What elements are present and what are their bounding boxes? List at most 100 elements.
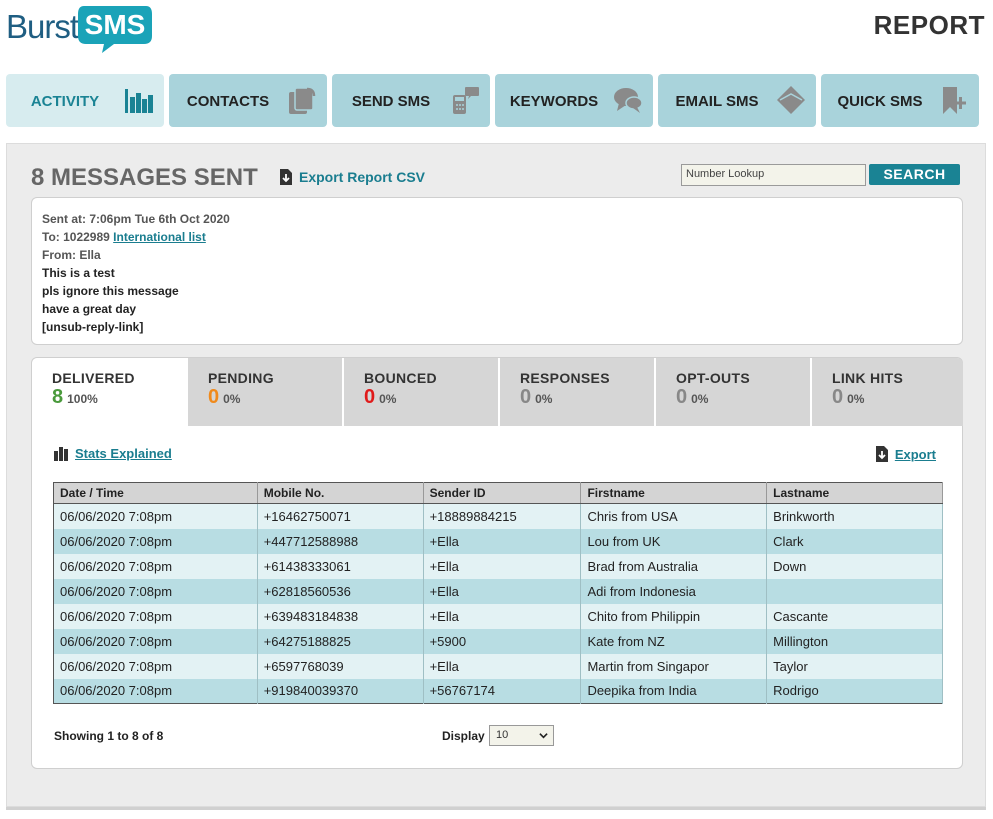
stat-tab-label: DELIVERED bbox=[52, 370, 135, 386]
report-panel: 8 MESSAGES SENT Export Report CSV Number… bbox=[6, 143, 986, 807]
display-label: Display bbox=[442, 729, 485, 743]
phone-send-icon bbox=[453, 87, 479, 114]
messages-sent-title: 8 MESSAGES SENT bbox=[31, 164, 258, 191]
page-size-value: 10 bbox=[496, 729, 509, 741]
cell-datetime: 06/06/2020 7:08pm bbox=[53, 628, 258, 654]
cell-firstname: Lou from UK bbox=[580, 528, 768, 554]
export-label: Export bbox=[894, 446, 936, 462]
cell-sender-id: +Ella bbox=[423, 578, 582, 604]
cell-lastname: Brinkworth bbox=[766, 503, 943, 529]
stat-tab-opt-outs[interactable]: OPT-OUTS 0 0% bbox=[655, 358, 810, 426]
stat-tab-percent: 0% bbox=[379, 392, 397, 406]
nav-tab-keywords[interactable]: KEYWORDS bbox=[495, 74, 653, 127]
logo-bubble-icon: SMS bbox=[78, 6, 152, 53]
nav-tab-activity[interactable]: ACTIVITY bbox=[6, 74, 164, 127]
download-icon bbox=[875, 446, 888, 462]
cell-firstname: Martin from Singapor bbox=[580, 653, 768, 679]
message-details: Sent at: 7:06pm Tue 6th Oct 2020 To: 102… bbox=[31, 197, 963, 345]
download-icon bbox=[280, 169, 292, 185]
sent-to-prefix: To: 1022989 bbox=[42, 230, 114, 244]
cell-mobile: +62818560536 bbox=[257, 578, 424, 604]
table-row: 06/06/2020 7:08pm +61438333061 +Ella Bra… bbox=[53, 553, 943, 579]
nav-tab-label: SEND SMS bbox=[351, 93, 431, 110]
chat-bubble-icon bbox=[614, 88, 643, 113]
number-lookup-input[interactable]: Number Lookup bbox=[681, 164, 866, 186]
export-link[interactable]: Export bbox=[875, 445, 936, 463]
message-line: have a great day bbox=[42, 302, 137, 316]
stat-tab-value: 8 bbox=[52, 386, 64, 408]
nav-tab-send-sms[interactable]: SEND SMS bbox=[332, 74, 490, 127]
column-header[interactable]: Sender ID bbox=[423, 482, 582, 504]
cell-sender-id: +5900 bbox=[423, 628, 582, 654]
table-row: 06/06/2020 7:08pm +919840039370 +5676717… bbox=[53, 678, 943, 704]
message-line: pls ignore this message bbox=[42, 284, 179, 298]
logo-word: Burst bbox=[6, 8, 79, 45]
cell-mobile: +447712588988 bbox=[257, 528, 424, 554]
stats-explained-link[interactable]: Stats Explained bbox=[54, 445, 172, 461]
cell-datetime: 06/06/2020 7:08pm bbox=[53, 653, 258, 679]
cell-datetime: 06/06/2020 7:08pm bbox=[53, 553, 258, 579]
nav-tab-label: KEYWORDS bbox=[509, 93, 599, 110]
stat-tab-percent: 0% bbox=[223, 392, 241, 406]
message-line: [unsub-reply-link] bbox=[42, 320, 144, 334]
cell-firstname: Chito from Philippin bbox=[580, 603, 768, 629]
cell-sender-id: +Ella bbox=[423, 603, 582, 629]
cell-mobile: +639483184838 bbox=[257, 603, 424, 629]
table-row: 06/06/2020 7:08pm +16462750071 +18889884… bbox=[53, 503, 943, 529]
burstsms-logo[interactable]: Burst SMS bbox=[6, 2, 156, 54]
page-size-select[interactable]: 10 bbox=[489, 725, 554, 746]
chevron-down-icon bbox=[539, 733, 548, 739]
export-report-csv-label: Export Report CSV bbox=[299, 169, 426, 185]
table-row: 06/06/2020 7:08pm +447712588988 +Ella Lo… bbox=[53, 528, 943, 554]
stat-tab-percent: 0% bbox=[535, 392, 553, 406]
column-header[interactable]: Lastname bbox=[766, 482, 943, 504]
stats-explained-label: Stats Explained bbox=[75, 445, 172, 461]
main-nav: ACTIVITY CONTACTS SEND SMS KEYWORDS EMAI… bbox=[6, 74, 988, 127]
stat-tab-bounced[interactable]: BOUNCED 0 0% bbox=[343, 358, 498, 426]
cell-firstname: Brad from Australia bbox=[580, 553, 768, 579]
sent-from: From: Ella bbox=[42, 248, 101, 262]
envelope-icon bbox=[777, 86, 805, 114]
sent-at: Sent at: 7:06pm Tue 6th Oct 2020 bbox=[42, 212, 230, 226]
cell-datetime: 06/06/2020 7:08pm bbox=[53, 578, 258, 604]
column-header[interactable]: Firstname bbox=[580, 482, 768, 504]
cell-datetime: 06/06/2020 7:08pm bbox=[53, 678, 258, 704]
sent-to: To: 1022989 International list bbox=[42, 228, 952, 246]
nav-tab-email-sms[interactable]: EMAIL SMS bbox=[658, 74, 816, 127]
cell-sender-id: +18889884215 bbox=[423, 503, 582, 529]
cell-lastname: Rodrigo bbox=[766, 678, 943, 704]
contacts-icon bbox=[289, 87, 316, 114]
export-report-csv-link[interactable]: Export Report CSV bbox=[279, 168, 425, 186]
column-header[interactable]: Mobile No. bbox=[257, 482, 424, 504]
stat-tab-pending[interactable]: PENDING 0 0% bbox=[187, 358, 342, 426]
table-row: 06/06/2020 7:08pm +64275188825 +5900 Kat… bbox=[53, 628, 943, 654]
cell-datetime: 06/06/2020 7:08pm bbox=[53, 528, 258, 554]
cell-firstname: Chris from USA bbox=[580, 503, 768, 529]
international-list-link[interactable]: International list bbox=[113, 230, 206, 244]
stat-tab-responses[interactable]: RESPONSES 0 0% bbox=[499, 358, 654, 426]
cell-lastname: Clark bbox=[766, 528, 943, 554]
stat-tab-percent: 100% bbox=[67, 392, 98, 406]
cell-mobile: +16462750071 bbox=[257, 503, 424, 529]
cell-mobile: +61438333061 bbox=[257, 553, 424, 579]
stat-tab-value: 0 bbox=[832, 386, 844, 408]
stat-tab-label: BOUNCED bbox=[364, 370, 437, 386]
cell-datetime: 06/06/2020 7:08pm bbox=[53, 503, 258, 529]
stat-tab-label: LINK HITS bbox=[832, 370, 904, 386]
bookmark-plus-icon bbox=[943, 87, 966, 114]
search-button[interactable]: SEARCH bbox=[869, 164, 960, 185]
stat-tab-value: 0 bbox=[676, 386, 688, 408]
column-header[interactable]: Date / Time bbox=[53, 482, 258, 504]
nav-tab-contacts[interactable]: CONTACTS bbox=[169, 74, 327, 127]
cell-firstname: Adi from Indonesia bbox=[580, 578, 768, 604]
cell-mobile: +64275188825 bbox=[257, 628, 424, 654]
bar-chart-icon bbox=[125, 89, 153, 113]
stat-tab-value: 0 bbox=[208, 386, 220, 408]
cell-sender-id: +Ella bbox=[423, 653, 582, 679]
cell-lastname: Taylor bbox=[766, 653, 943, 679]
stat-tab-link-hits[interactable]: LINK HITS 0 0% bbox=[811, 358, 963, 426]
cell-sender-id: +56767174 bbox=[423, 678, 582, 704]
cell-firstname: Deepika from India bbox=[580, 678, 768, 704]
stat-tab-delivered[interactable]: DELIVERED 8 100% bbox=[32, 358, 185, 426]
nav-tab-quick-sms[interactable]: QUICK SMS bbox=[821, 74, 979, 127]
